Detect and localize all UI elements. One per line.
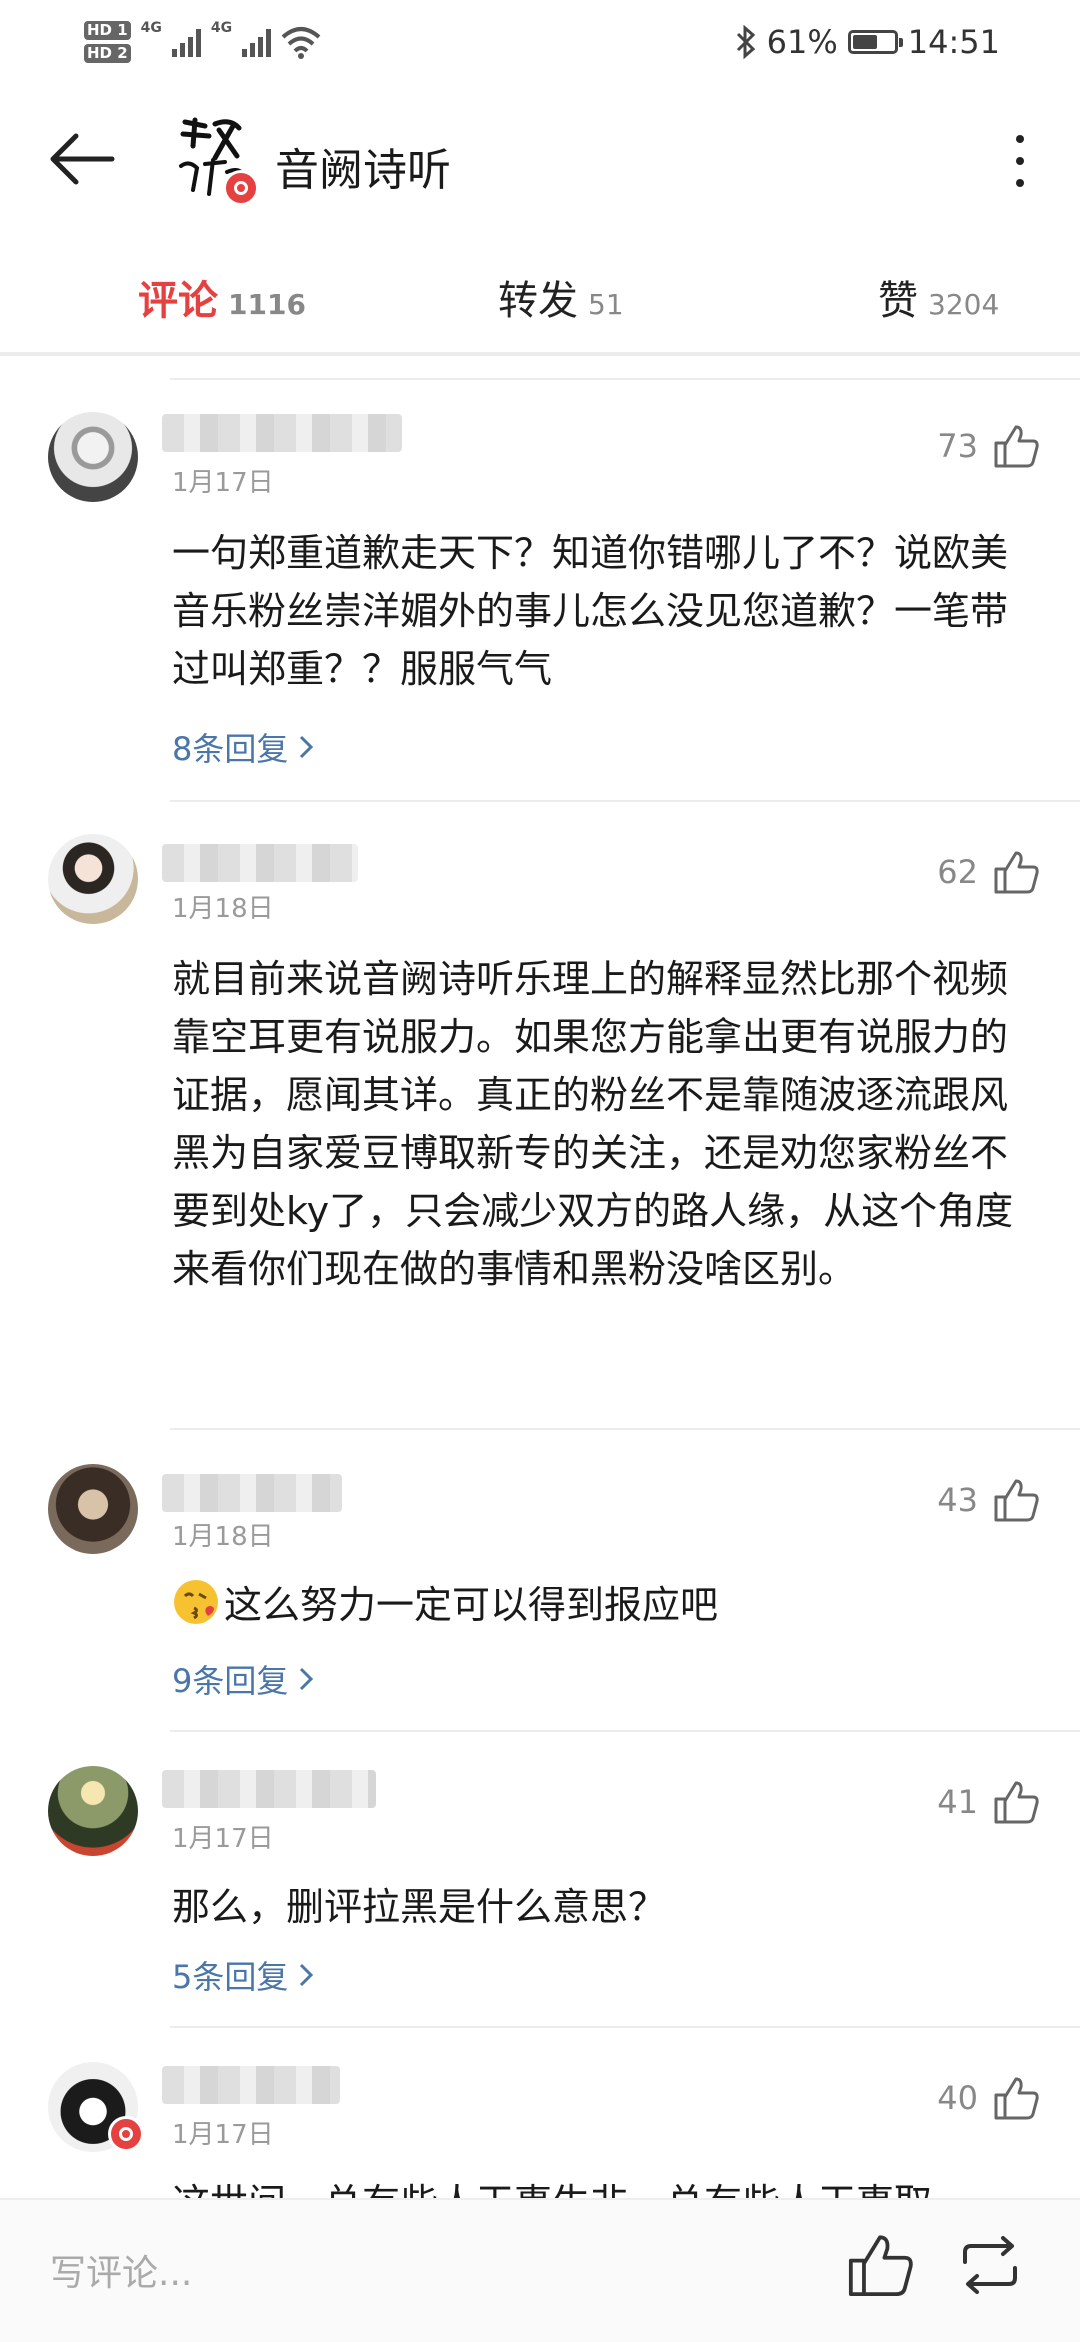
thumbs-up-icon [848, 2235, 913, 2297]
tab-label: 转发 [498, 278, 578, 324]
avatar[interactable] [48, 1766, 138, 1856]
tab-reposts[interactable]: 转发 51 [498, 268, 624, 332]
bottom-action-bar: 写评论... [0, 2198, 1080, 2342]
signal-icon [171, 27, 201, 57]
app-bar: 音阙诗听 [0, 96, 1080, 226]
arrow-left-icon [50, 133, 115, 185]
comment-text: 一句郑重道歉走天下？知道你错哪儿了不？说欧美音乐粉丝崇洋媚外的事儿怎么没见您道歉… [172, 531, 1009, 691]
tab-label: 评论 [138, 278, 218, 324]
page-title: 音阙诗听 [275, 145, 451, 196]
comment-text-row: 这么努力一定可以得到报应吧 [172, 1576, 1022, 1634]
verified-badge-icon [108, 2116, 144, 2152]
bluetooth-icon [736, 25, 755, 59]
battery-fill [852, 35, 878, 49]
tab-count: 51 [588, 288, 624, 321]
comment-divider [170, 800, 1080, 802]
comment-item: 1月18日 62 就目前来说音阙诗听乐理上的解释显然比那个视频靠空耳更有说服力。… [0, 826, 1080, 1426]
comment-item: 1月17日 73 一句郑重道歉走天下？知道你错哪儿了不？说欧美音乐粉丝崇洋媚外的… [0, 400, 1080, 800]
comment-text: 这世间，总有些人干事生非，总有些人干事取 [172, 2174, 1022, 2198]
avatar[interactable] [48, 834, 138, 924]
like-count: 73 [937, 427, 978, 465]
hd-badge-1: HD 1 [84, 21, 131, 40]
like-button[interactable]: 73 [937, 416, 1040, 476]
thumbs-up-icon [994, 851, 1039, 894]
like-count: 62 [937, 853, 978, 891]
comment-text: 就目前来说音阙诗听乐理上的解释显然比那个视频靠空耳更有说服力。如果您方能拿出更有… [172, 957, 1014, 1291]
tab-likes[interactable]: 赞 3204 [878, 268, 999, 332]
comment-divider [170, 1428, 1080, 1430]
comment-date: 1月17日 [172, 468, 274, 498]
status-right: 61% 14:51 [735, 16, 1000, 68]
comment-item: 1月17日 41 那么，删评拉黑是什么意思？ 5条回复 [0, 1756, 1080, 2026]
comment-item: 1月18日 43 这么努力一定可以得到报应吧 9条回复 [0, 1454, 1080, 1724]
avatar[interactable] [48, 412, 138, 502]
more-vertical-icon [1016, 135, 1024, 143]
thumbs-up-icon [994, 1781, 1039, 1824]
username-blurred[interactable] [162, 2066, 340, 2104]
network-type-2: 4G [210, 20, 233, 36]
replies-label: 8条回复 [172, 730, 289, 768]
like-button[interactable]: 41 [937, 1772, 1040, 1832]
verified-badge-icon [223, 170, 259, 206]
clock: 14:51 [907, 23, 1000, 61]
comment-date: 1月17日 [172, 2120, 274, 2150]
list-top-divider [170, 378, 1080, 380]
like-count: 43 [937, 1481, 978, 1519]
view-replies-link[interactable]: 9条回复 [172, 1656, 314, 1702]
tabs-divider [0, 352, 1080, 356]
username-blurred[interactable] [162, 1770, 376, 1808]
comment-text: 这么努力一定可以得到报应吧 [224, 1583, 719, 1627]
thumbs-up-icon [994, 1479, 1039, 1522]
repost-button[interactable] [955, 2230, 1035, 2310]
like-button[interactable]: 62 [937, 842, 1040, 902]
thumbs-up-icon [994, 425, 1039, 468]
username-blurred[interactable] [162, 844, 358, 882]
write-comment-input[interactable]: 写评论... [50, 2244, 192, 2296]
comment-date: 1月17日 [172, 1824, 274, 1854]
like-count: 40 [937, 2079, 978, 2117]
tab-label: 赞 [878, 278, 918, 324]
more-options-button[interactable] [990, 121, 1050, 201]
chevron-right-icon [300, 735, 314, 759]
tab-comments[interactable]: 评论 1116 [138, 268, 306, 332]
status-left: HD 1 HD 2 4G 4G [84, 12, 321, 72]
like-button[interactable]: 43 [937, 1470, 1040, 1530]
like-count: 41 [937, 1783, 978, 1821]
like-button[interactable]: 40 [937, 2068, 1040, 2128]
signal-icon-2 [242, 27, 272, 57]
account-avatar[interactable] [175, 116, 265, 206]
comment-date: 1月18日 [172, 894, 274, 924]
tab-count: 1116 [228, 288, 306, 321]
comment-divider [170, 2026, 1080, 2028]
comment-text: 那么，删评拉黑是什么意思？ [172, 1885, 667, 1929]
back-button[interactable] [40, 124, 130, 194]
thumbs-up-icon [994, 2077, 1039, 2120]
battery-icon [847, 30, 903, 54]
username-blurred[interactable] [162, 414, 402, 452]
replies-label: 5条回复 [172, 1958, 289, 1996]
battery-percent: 61% [766, 23, 838, 61]
comment-date: 1月18日 [172, 1522, 274, 1552]
avatar[interactable] [48, 1464, 138, 1554]
view-replies-link[interactable]: 8条回复 [172, 724, 314, 770]
tab-bar: 评论 1116 转发 51 赞 3204 [0, 248, 1080, 352]
chevron-right-icon [300, 1667, 314, 1691]
replies-label: 9条回复 [172, 1662, 289, 1700]
view-replies-link[interactable]: 5条回复 [172, 1952, 314, 1998]
comment-divider [170, 1730, 1080, 1732]
kissing-face-emoji-icon [174, 1580, 218, 1624]
username-blurred[interactable] [162, 1474, 342, 1512]
hd-badge-2: HD 2 [84, 44, 131, 63]
like-post-button[interactable] [845, 2230, 925, 2310]
status-bar: HD 1 HD 2 4G 4G 61% 14:51 [0, 0, 1080, 84]
repost-icon [963, 2236, 1017, 2294]
chevron-right-icon [300, 1963, 314, 1987]
tab-count: 3204 [928, 288, 1000, 321]
comment-item: 1月17日 40 这世间，总有些人干事生非，总有些人干事取 [0, 2052, 1080, 2198]
wifi-icon [281, 27, 321, 59]
network-type-1: 4G [140, 20, 162, 36]
